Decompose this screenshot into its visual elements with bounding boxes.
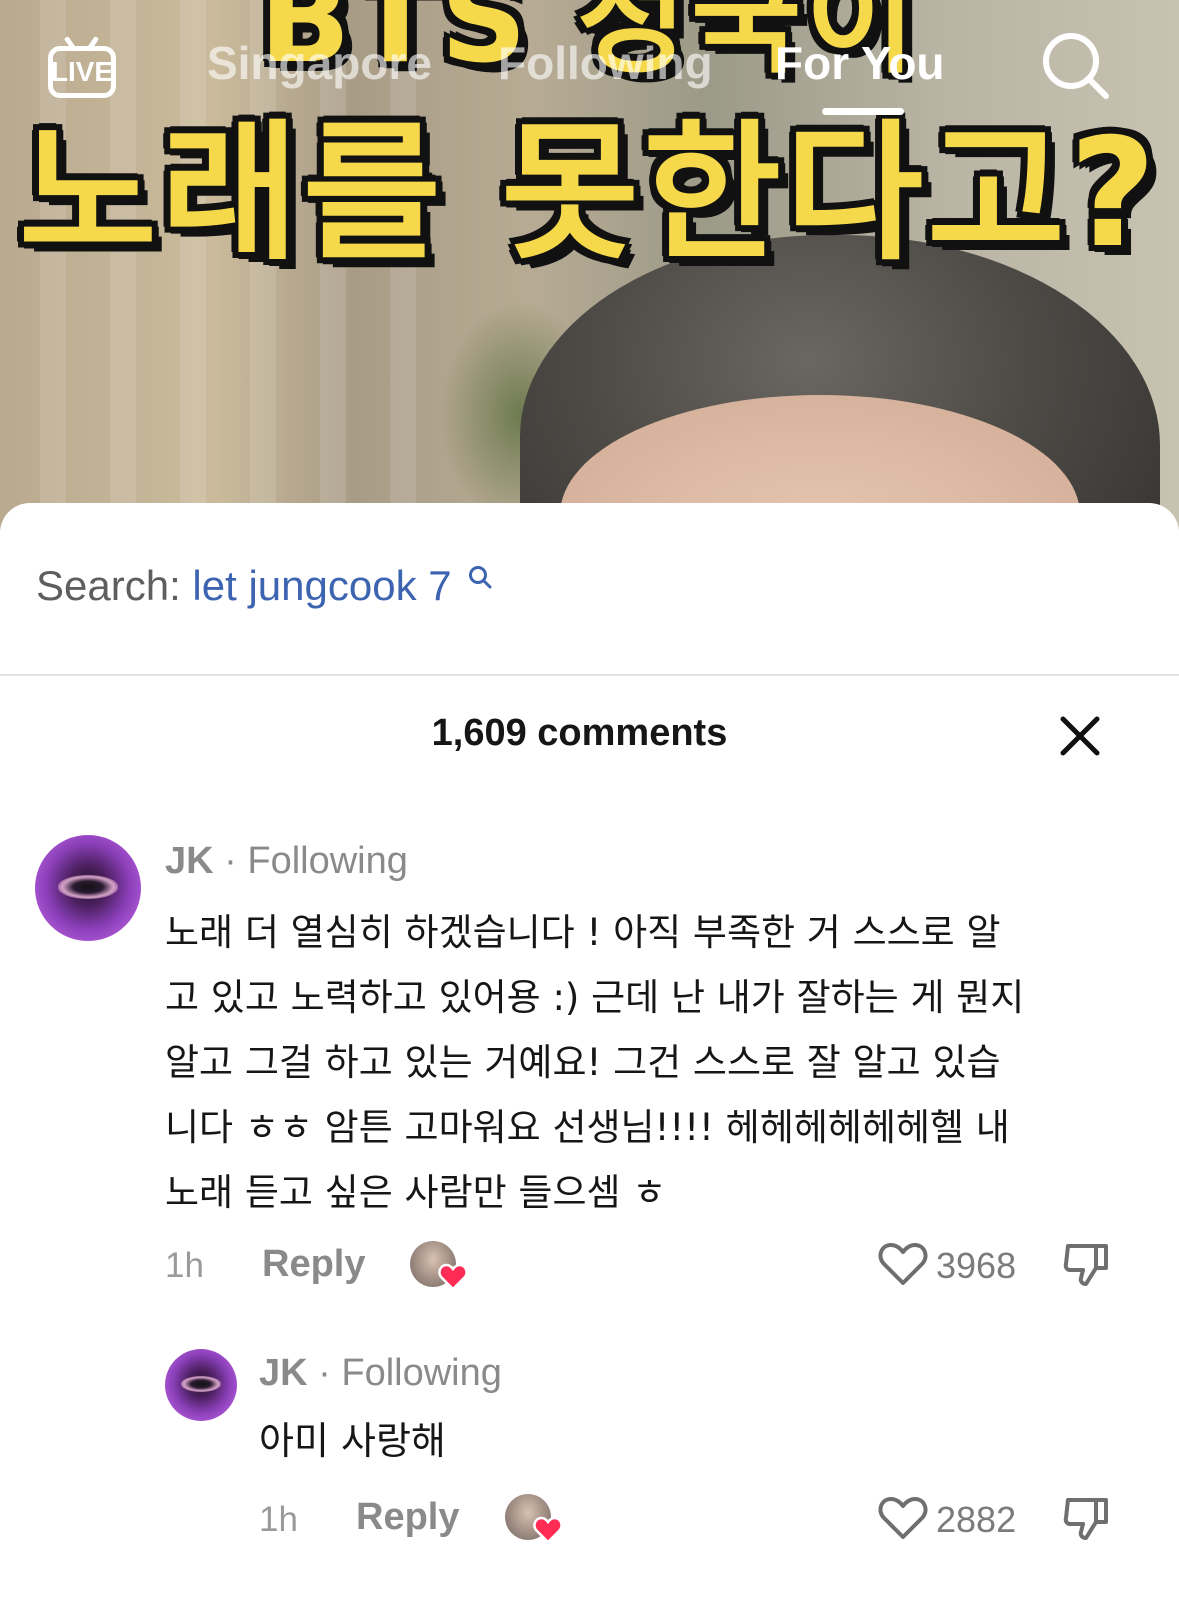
creator-liked-badge — [410, 1241, 468, 1291]
reply-button[interactable]: Reply — [356, 1496, 459, 1539]
creator-liked-badge — [505, 1494, 563, 1544]
divider — [0, 674, 1179, 676]
reply-button[interactable]: Reply — [262, 1243, 365, 1286]
comment-count: 1,609 comments — [431, 712, 728, 754]
comment-line: 노래 더 열심히 하겠습니다 ! 아직 부족한 거 스스로 알 — [165, 911, 1001, 954]
heart-icon — [438, 1263, 468, 1291]
following-status: Following — [247, 840, 408, 882]
following-status: Following — [341, 1352, 502, 1394]
comment-line: 고 있고 노력하고 있어용 :) 근데 난 내가 잘하는 게 뭔지 — [165, 976, 1025, 1019]
active-tab-indicator — [822, 108, 904, 115]
search-suggestion[interactable]: Search: let jungcook 7 — [36, 562, 493, 610]
comment-line: 노래 듣고 싶은 사람만 들으셈 ㅎ — [165, 1171, 667, 1214]
avatar[interactable] — [165, 1349, 237, 1421]
dislike-icon[interactable] — [1062, 1494, 1110, 1542]
avatar[interactable] — [35, 835, 141, 941]
comment-text: 아미 사랑해 — [259, 1412, 446, 1470]
tab-singapore[interactable]: Singapore — [207, 36, 432, 90]
comment-text: 노래 더 열심히 하겠습니다 ! 아직 부족한 거 스스로 알 고 있고 노력하… — [165, 900, 1155, 1225]
like-count: 2882 — [936, 1499, 1017, 1540]
close-icon — [1060, 716, 1100, 756]
comment-author[interactable]: JK · Following — [165, 840, 408, 883]
comment-author[interactable]: JK · Following — [259, 1352, 502, 1395]
video-caption-line2: 노래를 못한다고? — [18, 107, 1161, 281]
like-heart-icon[interactable] — [878, 1495, 928, 1541]
comment-line: 아미 사랑해 — [259, 1419, 446, 1463]
comment-time: 1h — [165, 1246, 204, 1285]
tab-for-you[interactable]: For You — [775, 36, 945, 90]
live-label: LIVE — [50, 56, 114, 87]
separator: · — [318, 1352, 331, 1394]
separator: · — [224, 840, 237, 882]
comment-time: 1h — [259, 1500, 298, 1539]
search-icon — [1043, 33, 1109, 99]
dislike-icon[interactable] — [1062, 1240, 1110, 1288]
search-button[interactable] — [1040, 30, 1112, 102]
close-button[interactable] — [1058, 714, 1102, 758]
comment-line: 알고 그걸 하고 있는 거예요! 그건 스스로 잘 알고 있습 — [165, 1041, 1001, 1084]
heart-icon — [533, 1516, 563, 1544]
tab-following[interactable]: Following — [498, 36, 713, 90]
author-name: JK — [259, 1352, 308, 1394]
author-name: JK — [165, 840, 214, 882]
search-prefix: Search: — [36, 562, 181, 609]
search-query-link[interactable]: let jungcook 7 — [192, 562, 451, 609]
comment-line: 니다 ㅎㅎ 암튼 고마워요 선생님!!!! 헤헤헤헤헤헤헬 내 — [165, 1106, 1010, 1149]
search-icon — [469, 566, 492, 589]
like-heart-icon[interactable] — [878, 1241, 928, 1287]
live-button[interactable]: LIVE — [48, 36, 116, 100]
like-count: 3968 — [936, 1245, 1017, 1286]
